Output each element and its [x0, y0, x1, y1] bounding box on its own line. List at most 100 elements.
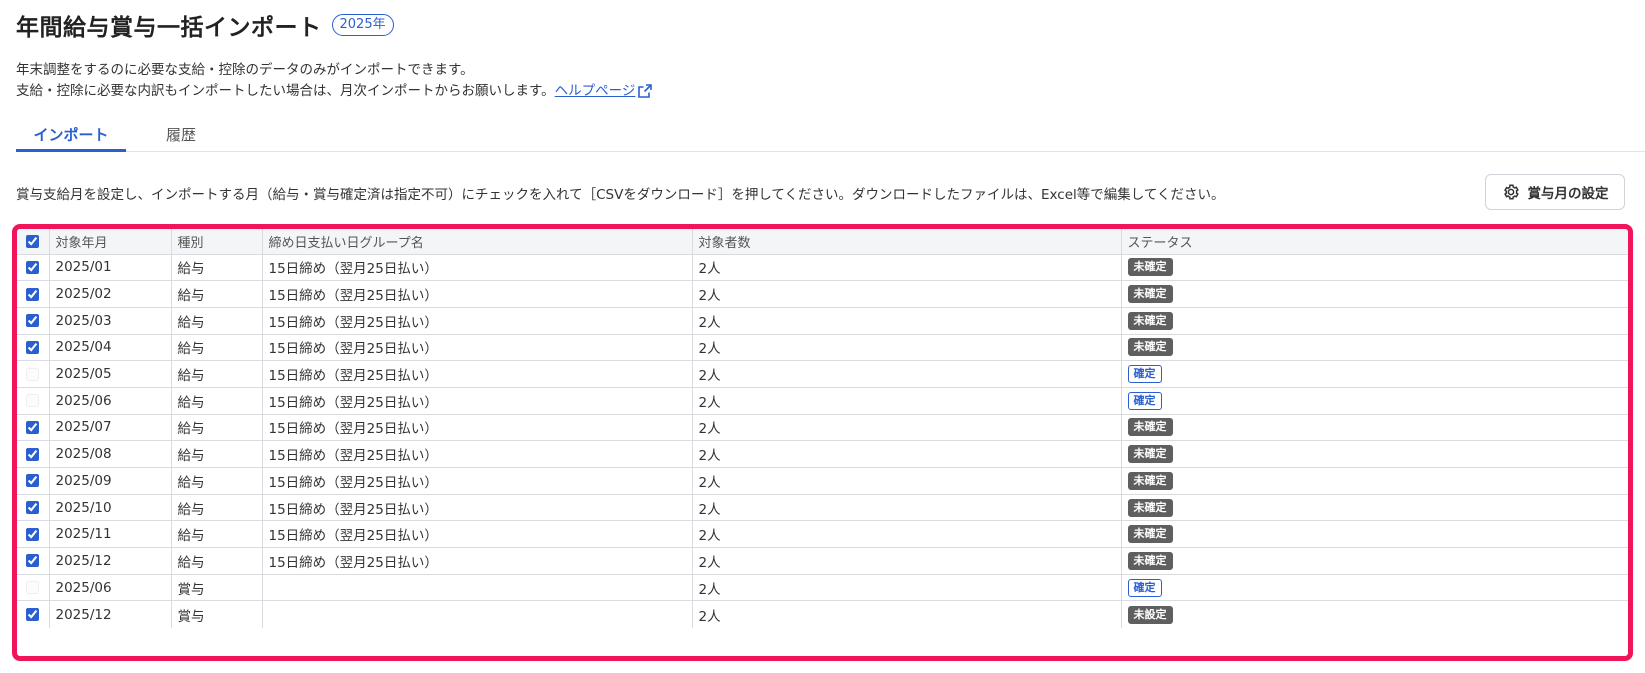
cell-type: 給与 — [171, 280, 263, 308]
table-row[interactable]: 2025/04 給与 15日締め（翌月25日払い） 2人 未確定 — [17, 334, 1628, 362]
row-checkbox-cell — [17, 547, 50, 575]
cell-month: 2025/10 — [49, 494, 172, 522]
column-header-month: 対象年月 — [49, 229, 172, 255]
row-checkbox-cell — [17, 440, 50, 468]
cell-group: 15日締め（翌月25日払い） — [262, 494, 693, 522]
cell-type: 給与 — [171, 414, 263, 442]
cell-status: 未設定 — [1121, 601, 1628, 628]
cell-month: 2025/06 — [49, 574, 172, 602]
cell-status: 未確定 — [1121, 334, 1628, 362]
bonus-month-settings-button[interactable]: 賞与月の設定 — [1485, 174, 1625, 210]
column-header-group: 締め日支払い日グループ名 — [262, 229, 693, 255]
row-checkbox[interactable] — [26, 420, 40, 434]
cell-count: 2人 — [692, 494, 1122, 522]
row-checkbox[interactable] — [26, 260, 40, 274]
table-row[interactable]: 2025/12 給与 15日締め（翌月25日払い） 2人 未確定 — [17, 547, 1628, 575]
row-checkbox-cell — [17, 600, 50, 628]
row-checkbox[interactable] — [26, 314, 40, 328]
row-checkbox[interactable] — [26, 608, 40, 622]
cell-group: 15日締め（翌月25日払い） — [262, 520, 693, 549]
cell-type: 給与 — [171, 360, 263, 388]
cell-month: 2025/12 — [49, 547, 172, 575]
cell-group: 15日締め（翌月25日払い） — [262, 547, 693, 575]
cell-status: 未確定 — [1121, 494, 1628, 522]
cell-count: 2人 — [692, 334, 1122, 362]
cell-type: 賞与 — [171, 600, 263, 628]
cell-month: 2025/06 — [49, 387, 172, 415]
cell-type: 給与 — [171, 307, 263, 335]
row-checkbox[interactable] — [26, 287, 40, 301]
cell-count: 2人 — [692, 387, 1122, 415]
row-checkbox-cell — [17, 334, 50, 362]
instruction-text: 賞与支給月を設定し、インポートする月（給与・賞与確定済は指定不可）にチェックを入… — [16, 187, 1225, 203]
cell-status: 確定 — [1121, 574, 1628, 602]
external-link-icon[interactable] — [637, 83, 653, 99]
table-row[interactable]: 2025/02 給与 15日締め（翌月25日払い） 2人 未確定 — [17, 280, 1628, 308]
row-checkbox-cell — [17, 254, 50, 282]
cell-month: 2025/07 — [49, 414, 172, 442]
table-row[interactable]: 2025/08 給与 15日締め（翌月25日払い） 2人 未確定 — [17, 440, 1628, 468]
row-checkbox-cell — [17, 387, 50, 415]
row-checkbox[interactable] — [26, 501, 40, 515]
cell-type: 給与 — [171, 494, 263, 522]
row-checkbox[interactable] — [26, 367, 40, 381]
tab-history[interactable]: 履歴 — [146, 124, 216, 152]
cell-month: 2025/02 — [49, 280, 172, 308]
import-table: 対象年月 種別 締め日支払い日グループ名 対象者数 ステータス 2025/01 給… — [17, 229, 1628, 628]
row-checkbox[interactable] — [26, 581, 40, 595]
status-badge: 未確定 — [1127, 285, 1173, 304]
row-checkbox[interactable] — [26, 554, 40, 568]
cell-count: 2人 — [692, 574, 1122, 602]
status-badge: 未確定 — [1127, 418, 1173, 437]
table-row[interactable]: 2025/01 給与 15日締め（翌月25日払い） 2人 未確定 — [17, 254, 1628, 282]
cell-type: 給与 — [171, 387, 263, 415]
cell-group: 15日締め（翌月25日払い） — [262, 254, 693, 282]
row-checkbox[interactable] — [26, 527, 40, 541]
table-header-row: 対象年月 種別 締め日支払い日グループ名 対象者数 ステータス — [17, 229, 1628, 255]
row-checkbox[interactable] — [26, 447, 40, 461]
column-header-count: 対象者数 — [692, 229, 1122, 255]
cell-month: 2025/05 — [49, 360, 172, 388]
cell-count: 2人 — [692, 600, 1122, 628]
cell-count: 2人 — [692, 414, 1122, 442]
row-checkbox-cell — [17, 574, 50, 602]
description: 年末調整をするのに必要な支給・控除のデータのみがインポートできます。 支給・控除… — [16, 60, 653, 102]
cell-group: 15日締め（翌月25日払い） — [262, 307, 693, 335]
row-checkbox[interactable] — [26, 474, 40, 488]
table-row[interactable]: 2025/11 給与 15日締め（翌月25日払い） 2人 未確定 — [17, 520, 1628, 549]
cell-type: 給与 — [171, 440, 263, 468]
cell-status: 未確定 — [1121, 254, 1628, 282]
table-row[interactable]: 2025/07 給与 15日締め（翌月25日払い） 2人 未確定 — [17, 414, 1628, 442]
status-badge: 未確定 — [1127, 498, 1173, 517]
page-title: 年間給与賞与一括インポート — [16, 15, 322, 41]
table-row[interactable]: 2025/05 給与 15日締め（翌月25日払い） 2人 確定 — [17, 360, 1628, 388]
select-all-cell — [17, 229, 50, 255]
status-badge: 未確定 — [1127, 525, 1173, 544]
help-page-link[interactable]: ヘルプページ — [555, 83, 636, 99]
table-row[interactable]: 2025/03 給与 15日締め（翌月25日払い） 2人 未確定 — [17, 307, 1628, 335]
cell-group: 15日締め（翌月25日払い） — [262, 387, 693, 415]
cell-type: 給与 — [171, 467, 263, 495]
status-badge: 未確定 — [1127, 311, 1173, 330]
table-row[interactable]: 2025/06 給与 15日締め（翌月25日払い） 2人 確定 — [17, 387, 1628, 415]
row-checkbox[interactable] — [26, 340, 40, 354]
tab-import[interactable]: インポート — [16, 124, 126, 152]
table-row[interactable]: 2025/09 給与 15日締め（翌月25日払い） 2人 未確定 — [17, 467, 1628, 495]
cell-month: 2025/08 — [49, 440, 172, 468]
row-checkbox[interactable] — [26, 394, 40, 408]
cell-count: 2人 — [692, 280, 1122, 308]
table-row[interactable]: 2025/10 給与 15日締め（翌月25日払い） 2人 未確定 — [17, 494, 1628, 522]
cell-status: 未確定 — [1121, 280, 1628, 308]
table-row[interactable]: 2025/06 賞与 2人 確定 — [17, 574, 1628, 602]
row-checkbox-cell — [17, 360, 50, 388]
table-row[interactable]: 2025/12 賞与 2人 未設定 — [17, 600, 1628, 628]
select-all-checkbox[interactable] — [26, 234, 40, 248]
status-badge: 確定 — [1127, 578, 1162, 597]
cell-count: 2人 — [692, 307, 1122, 335]
row-checkbox-cell — [17, 494, 50, 522]
cell-group: 15日締め（翌月25日払い） — [262, 360, 693, 388]
column-header-status: ステータス — [1121, 229, 1628, 255]
description-line-2: 支給・控除に必要な内訳もインポートしたい場合は、月次インポートからお願いします。… — [16, 81, 653, 102]
cell-status: 確定 — [1121, 387, 1628, 415]
cell-count: 2人 — [692, 467, 1122, 495]
